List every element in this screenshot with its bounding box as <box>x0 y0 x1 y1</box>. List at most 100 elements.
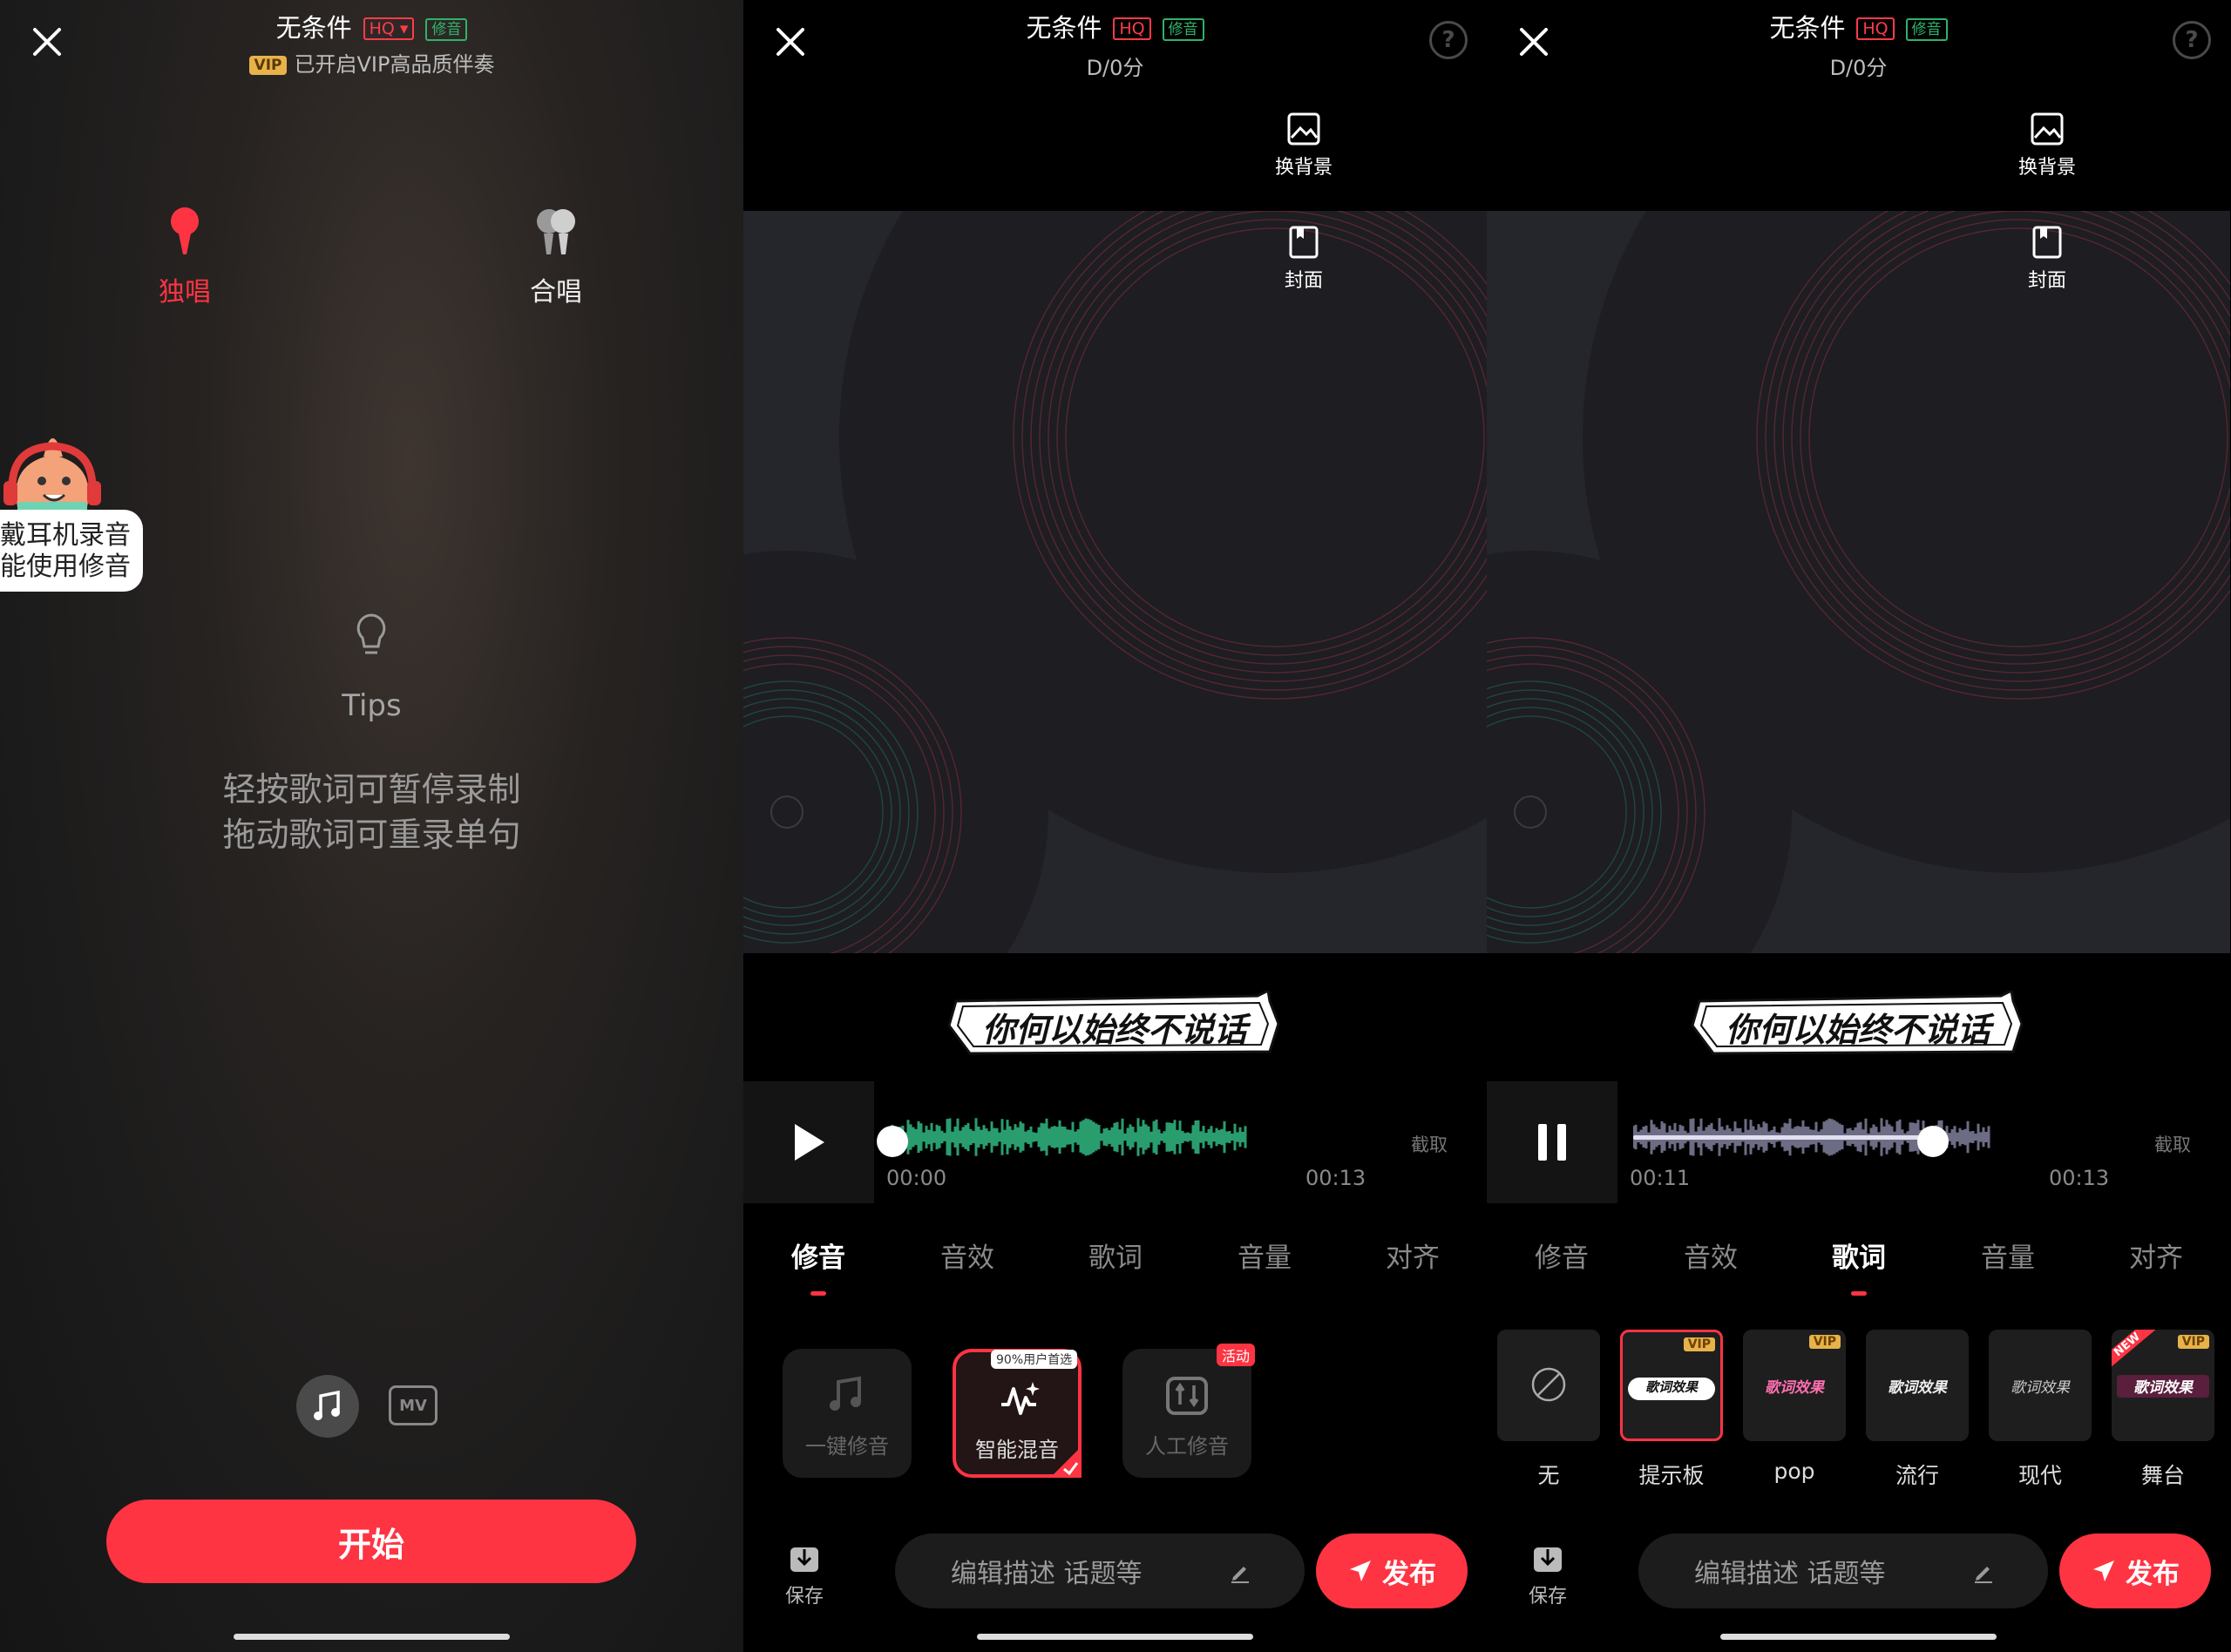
score-text: D/0分 <box>1086 56 1144 80</box>
song-title: 无条件 <box>1769 13 1846 43</box>
home-indicator <box>234 1634 510 1640</box>
effect-none-button[interactable] <box>1497 1330 1600 1441</box>
solo-label: 独唱 <box>159 277 211 308</box>
change-background-label: 换背景 <box>2017 157 2076 179</box>
chorus-label: 合唱 <box>530 277 582 308</box>
mv-mode-button[interactable]: MV <box>389 1385 437 1425</box>
lyric-sticker[interactable]: 你何以始终不说话 <box>1687 991 2029 1057</box>
song-title: 无条件 <box>1026 13 1102 43</box>
tab-volume[interactable]: 音量 <box>1204 1236 1326 1275</box>
effect-pop-style-button[interactable]: 歌词效果 <box>1866 1330 1969 1441</box>
save-label: 保存 <box>784 1586 824 1608</box>
audio-mode-button[interactable] <box>296 1375 359 1438</box>
time-current: 00:11 <box>1630 1166 1691 1190</box>
event-badge: 活动 <box>1216 1344 1255 1366</box>
pencil-icon <box>1975 1567 1992 1583</box>
tab-lyrics[interactable]: 歌词 <box>1054 1236 1177 1275</box>
tab-align[interactable]: 对齐 <box>2095 1236 2217 1275</box>
play-icon <box>795 1124 824 1161</box>
none-icon <box>1531 1367 1566 1402</box>
pause-button[interactable] <box>1487 1081 1617 1203</box>
lightbulb-icon <box>356 613 386 654</box>
lyric-text: 你何以始终不说话 <box>981 1011 1247 1049</box>
help-icon[interactable]: ? <box>1429 21 1468 59</box>
effect-board-button[interactable]: VIP 歌词效果 <box>1620 1330 1723 1441</box>
pencil-icon <box>1231 1567 1249 1583</box>
tab-effects[interactable]: 音效 <box>906 1236 1028 1275</box>
manual-repair-label: 人工修音 <box>1145 1434 1229 1459</box>
video-stage <box>743 211 1487 953</box>
one-click-repair-button[interactable]: 一键修音 <box>783 1349 912 1478</box>
vip-badge: VIP <box>1683 1337 1715 1351</box>
dual-microphone-icon <box>537 209 575 254</box>
bottom-action-bar: 保存 编辑描述 话题等 发布 <box>1487 1534 2230 1621</box>
tips-line-1: 轻按歌词可暂停录制 <box>222 770 521 809</box>
change-background-button[interactable]: 换背景 <box>1256 112 1352 179</box>
tab-lyrics[interactable]: 歌词 <box>1798 1236 1920 1296</box>
publish-label: 发布 <box>1382 1558 1436 1590</box>
cover-button[interactable]: 封面 <box>1256 225 1352 293</box>
edit-tabs: 修音 音效 歌词 音量 对齐 <box>743 1236 1487 1296</box>
vinyl-background <box>743 211 1487 953</box>
progress-handle[interactable] <box>1917 1126 1949 1157</box>
cut-button[interactable]: 截取 <box>1411 1131 1448 1157</box>
active-tab-indicator <box>1851 1291 1867 1296</box>
change-background-button[interactable]: 换背景 <box>1999 112 2095 179</box>
effect-stage-preview: 歌词效果 <box>2117 1375 2209 1398</box>
hq-badge: HQ <box>1856 17 1895 40</box>
publish-button[interactable]: 发布 <box>2059 1534 2211 1608</box>
song-title-row: 无条件 HQ 修音 <box>743 12 1487 44</box>
tab-volume[interactable]: 音量 <box>1947 1236 2069 1275</box>
home-indicator <box>1720 1634 1997 1640</box>
effect-modern-preview: 歌词效果 <box>2011 1379 2070 1397</box>
cover-button[interactable]: 封面 <box>1999 225 2095 293</box>
music-note-icon <box>830 1376 861 1411</box>
lyric-sticker[interactable]: 你何以始终不说话 <box>944 991 1285 1057</box>
send-icon <box>1350 1561 1371 1581</box>
effect-stage-label: 舞台 <box>2140 1463 2185 1488</box>
effect-pop-button[interactable]: VIP 歌词效果 <box>1743 1330 1846 1441</box>
save-button[interactable]: 保存 <box>778 1540 831 1608</box>
time-current: 00:00 <box>886 1166 947 1190</box>
edit-panel-repair: 无条件 HQ 修音 D/0分 ? 换背景 封面 你何以始终不说话 截取 00:0… <box>743 0 1487 1652</box>
edit-panel-lyrics: 无条件 HQ 修音 D/0分 ? 换背景 封面 你何以始终不说话 截取 00:1… <box>1487 0 2230 1652</box>
pause-icon <box>1538 1124 1566 1161</box>
manual-repair-button[interactable]: 活动 人工修音 <box>1122 1344 1255 1478</box>
publish-button[interactable]: 发布 <box>1316 1534 1468 1608</box>
microphone-icon <box>171 207 199 254</box>
headphone-tip-line1: 戴耳机录音 <box>0 520 131 551</box>
effect-stage-button[interactable]: NEW VIP 歌词效果 <box>2112 1330 2214 1441</box>
music-note-icon <box>314 1390 340 1420</box>
tab-align[interactable]: 对齐 <box>1352 1236 1474 1275</box>
description-input[interactable]: 编辑描述 话题等 <box>895 1534 1305 1608</box>
progress-handle[interactable] <box>877 1126 908 1157</box>
video-stage <box>1487 211 2230 953</box>
play-button[interactable] <box>743 1081 874 1203</box>
tips-title: Tips <box>342 688 402 723</box>
chorus-mode-button[interactable]: 合唱 <box>495 206 617 308</box>
start-button[interactable]: 开始 <box>106 1500 636 1583</box>
tab-repair-label: 修音 <box>791 1242 845 1274</box>
effect-board-label: 提示板 <box>1638 1463 1705 1488</box>
help-icon[interactable]: ? <box>2173 21 2211 59</box>
save-button[interactable]: 保存 <box>1522 1540 1574 1608</box>
one-click-repair-label: 一键修音 <box>805 1434 889 1459</box>
score-text: D/0分 <box>1829 56 1888 80</box>
waveform <box>890 1118 1247 1156</box>
tab-effects[interactable]: 音效 <box>1650 1236 1772 1275</box>
publish-label: 发布 <box>2126 1558 2180 1590</box>
effect-modern-button[interactable]: 歌词效果 <box>1989 1330 2092 1441</box>
tab-repair[interactable]: 修音 <box>757 1236 879 1296</box>
effect-pop-preview: 歌词效果 <box>1765 1379 1824 1397</box>
cut-button[interactable]: 截取 <box>2154 1131 2191 1157</box>
time-total: 00:13 <box>1305 1166 1366 1190</box>
effect-none-label: 无 <box>1537 1463 1560 1488</box>
vip-status: VIP 已开启VIP高品质伴奏 <box>0 47 743 78</box>
tab-repair[interactable]: 修音 <box>1501 1236 1623 1275</box>
hq-badge[interactable]: HQ ▾ <box>363 17 415 40</box>
song-title: 无条件 <box>275 13 352 43</box>
smart-mix-button[interactable]: 90%用户首选 智能混音 <box>953 1349 1082 1478</box>
description-input[interactable]: 编辑描述 话题等 <box>1638 1534 2048 1608</box>
xiuyin-badge: 修音 <box>425 18 468 41</box>
solo-mode-button[interactable]: 独唱 <box>124 206 246 308</box>
